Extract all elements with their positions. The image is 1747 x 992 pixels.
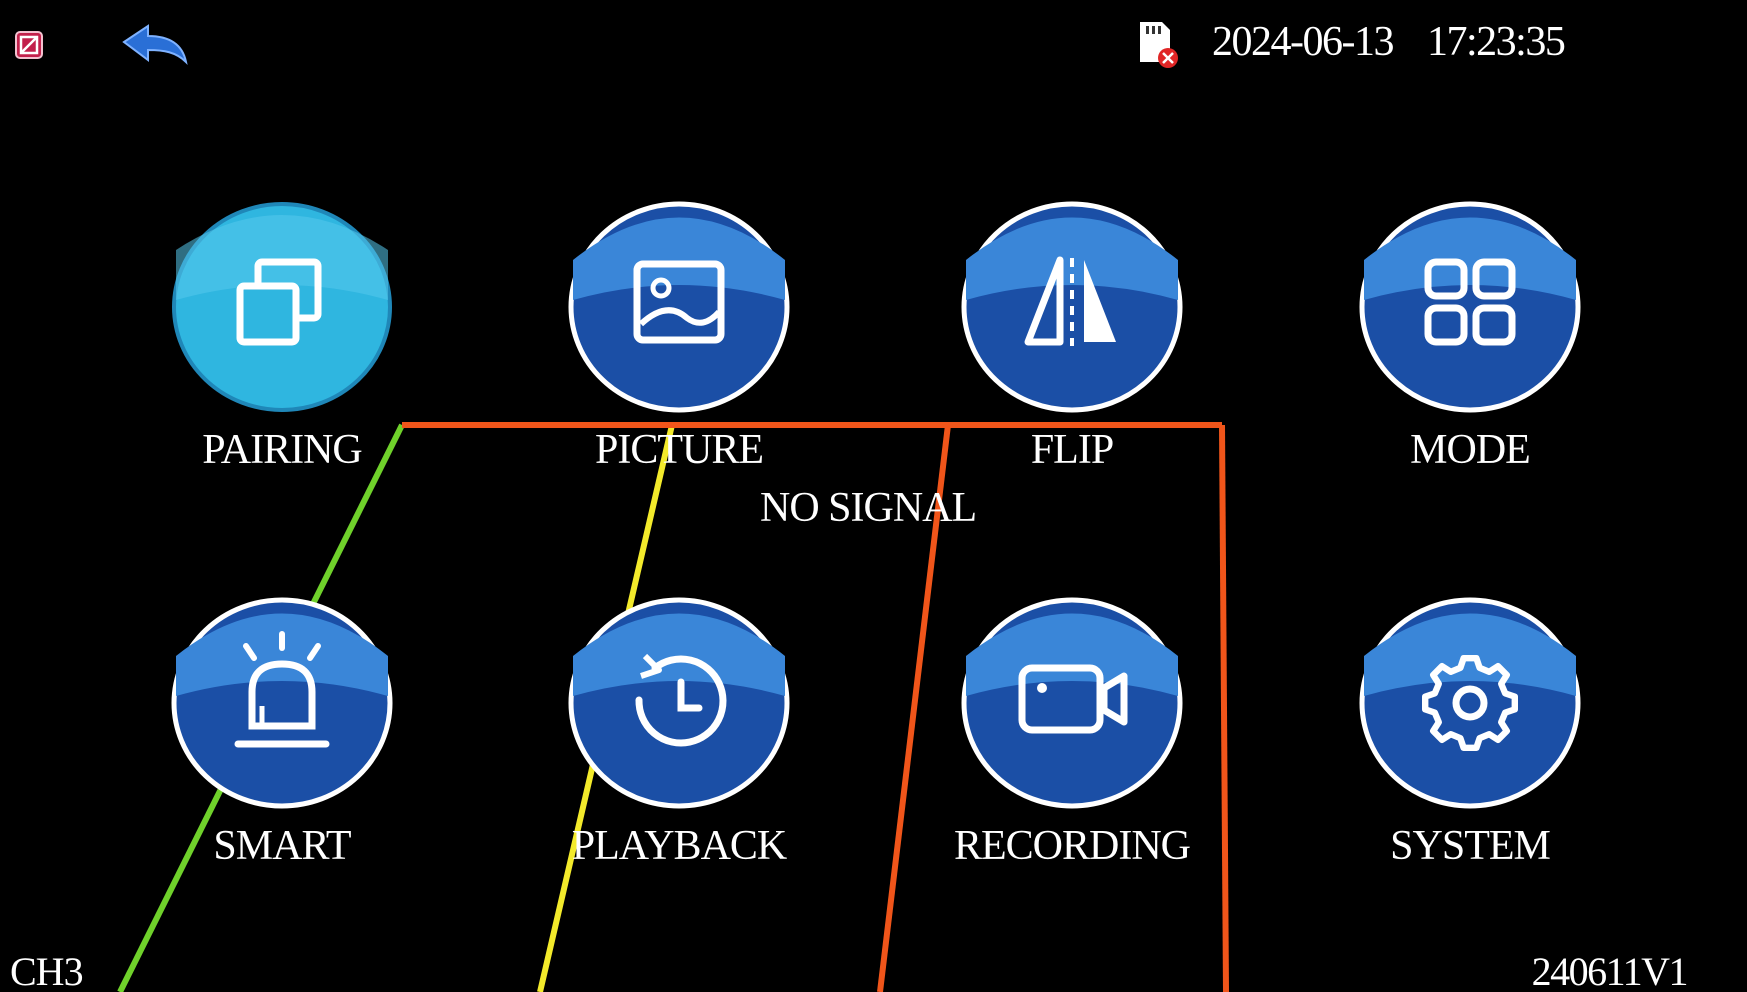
picture-icon	[568, 201, 790, 413]
playback-button[interactable]: PLAYBACK	[537, 596, 797, 896]
exit-icon[interactable]	[14, 30, 44, 60]
dvr-screen: 2024-06-13 17:23:35 PAIRING PICTURE FLIP…	[0, 0, 1747, 992]
flip-button[interactable]: FLIP	[930, 200, 1190, 500]
gear-icon	[1359, 597, 1581, 809]
time-text: 17:23:35	[1426, 19, 1566, 65]
date-text: 2024-06-13	[1212, 19, 1394, 65]
pairing-icon	[172, 202, 392, 412]
system-button[interactable]: SYSTEM	[1328, 596, 1588, 896]
picture-label: PICTURE	[594, 427, 764, 473]
channel-indicator: CH3	[10, 949, 84, 992]
picture-button[interactable]: PICTURE	[537, 200, 797, 500]
mode-grid-icon	[1359, 201, 1581, 413]
flip-icon	[961, 201, 1183, 413]
alarm-light-icon	[171, 597, 393, 809]
mode-button[interactable]: MODE	[1328, 200, 1588, 500]
sd-card-error-icon	[1140, 22, 1178, 68]
recording-button[interactable]: RECORDING	[930, 596, 1191, 896]
smart-label: SMART	[213, 823, 351, 869]
flip-label: FLIP	[1030, 427, 1114, 473]
pairing-label: PAIRING	[202, 427, 362, 473]
guide-line-red-right	[1219, 424, 1229, 992]
back-arrow-icon[interactable]	[120, 22, 192, 70]
firmware-version: 240611V1	[1531, 949, 1689, 992]
date-time: 2024-06-13 17:23:35	[1212, 18, 1566, 66]
playback-history-icon	[568, 597, 790, 809]
mode-label: MODE	[1410, 427, 1531, 473]
pairing-button[interactable]: PAIRING	[140, 200, 400, 500]
no-signal-text: NO SIGNAL	[760, 485, 977, 531]
video-camera-icon	[961, 597, 1183, 809]
playback-label: PLAYBACK	[571, 823, 788, 869]
system-label: SYSTEM	[1390, 823, 1551, 869]
smart-button[interactable]: SMART	[140, 596, 400, 896]
recording-label: RECORDING	[953, 823, 1191, 869]
